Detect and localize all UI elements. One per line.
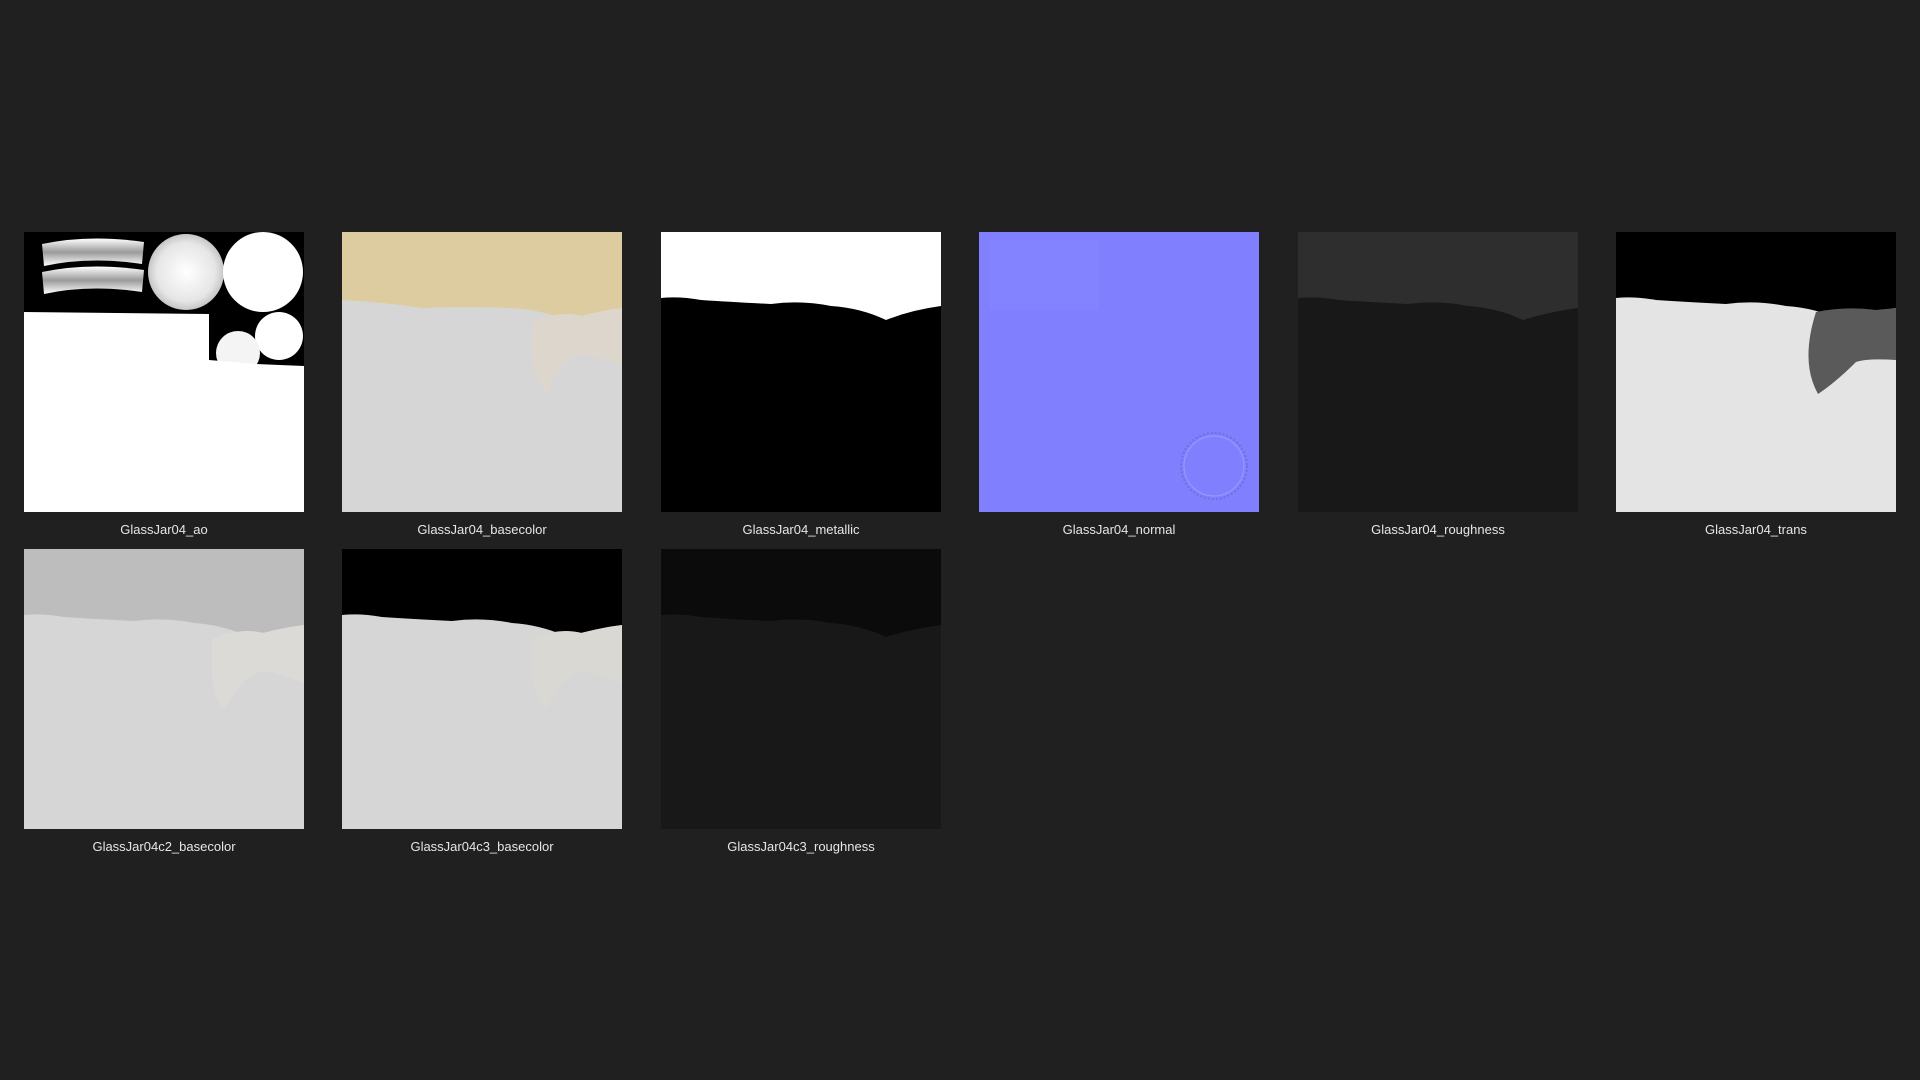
file-tile-c3-basecolor[interactable]: GlassJar04c3_basecolor xyxy=(342,549,622,859)
file-name: GlassJar04_metallic xyxy=(742,522,860,537)
file-tile-c3-roughness[interactable]: GlassJar04c3_roughness xyxy=(661,549,941,859)
file-name: GlassJar04c3_basecolor xyxy=(410,839,554,854)
file-name: GlassJar04_roughness xyxy=(1371,522,1505,537)
file-tile-trans[interactable]: GlassJar04_trans xyxy=(1616,232,1896,542)
file-tile-c2-basecolor[interactable]: GlassJar04c2_basecolor xyxy=(24,549,304,859)
file-tile-normal[interactable]: GlassJar04_normal xyxy=(979,232,1259,542)
file-tile-metallic[interactable]: GlassJar04_metallic xyxy=(661,232,941,542)
thumbnail-trans[interactable] xyxy=(1616,232,1896,512)
thumbnail-normal[interactable] xyxy=(979,232,1259,512)
file-thumbnail-grid: GlassJar04_ao GlassJar04_basecolor Glass… xyxy=(0,0,1920,1080)
file-name: GlassJar04_normal xyxy=(1062,522,1176,537)
thumbnail-c2-basecolor[interactable] xyxy=(24,549,304,829)
file-name: GlassJar04c2_basecolor xyxy=(92,839,236,854)
file-name: GlassJar04c3_roughness xyxy=(727,839,875,854)
file-tile-roughness[interactable]: GlassJar04_roughness xyxy=(1298,232,1578,542)
thumbnail-basecolor[interactable] xyxy=(342,232,622,512)
thumbnail-roughness[interactable] xyxy=(1298,232,1578,512)
thumbnail-c3-basecolor[interactable] xyxy=(342,549,622,829)
file-name: GlassJar04_trans xyxy=(1705,522,1807,537)
file-tile-basecolor[interactable]: GlassJar04_basecolor xyxy=(342,232,622,542)
thumbnail-ao[interactable] xyxy=(24,232,304,512)
file-name: GlassJar04_ao xyxy=(120,522,208,537)
file-name: GlassJar04_basecolor xyxy=(417,522,547,537)
thumbnail-c3-roughness[interactable] xyxy=(661,549,941,829)
thumbnail-metallic[interactable] xyxy=(661,232,941,512)
file-tile-ao[interactable]: GlassJar04_ao xyxy=(24,232,304,542)
